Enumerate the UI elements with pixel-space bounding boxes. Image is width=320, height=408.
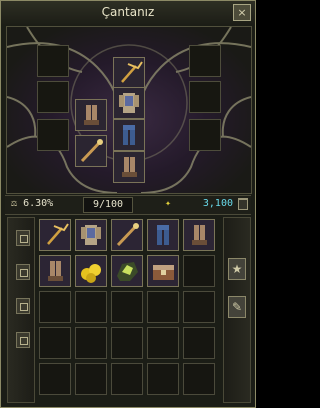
slot-ring-right[interactable] [189,119,221,151]
slot-boots-top[interactable] [189,81,221,113]
inventory-cell[interactable] [147,255,179,287]
chest-icon [153,265,174,280]
scale-icon: ⚖ [11,198,18,209]
bag-tab-column [7,217,35,403]
inventory-window: Çantanız × ⚖ 6.30% 9/100 ✦ 3,100 ★ ✎ [0,0,256,408]
inventory-cell[interactable] [111,255,143,287]
inventory-cell[interactable] [39,363,71,395]
inventory-cell[interactable] [111,363,143,395]
inventory-cell[interactable] [39,255,71,287]
inventory-cell[interactable] [75,291,107,323]
inventory-cell[interactable] [183,327,215,359]
inventory-cell[interactable] [39,219,71,251]
gold-amount: 3,100 [202,198,233,209]
inventory-cell[interactable] [39,327,71,359]
inventory-cell[interactable] [75,219,107,251]
inventory-cell[interactable] [147,291,179,323]
sort-button[interactable]: ✎ [228,296,246,318]
bag-tab-2[interactable] [16,264,30,280]
pants-icon [157,225,169,245]
ore-icon [117,262,138,281]
inventory-cell[interactable] [183,363,215,395]
inventory-cell[interactable] [111,291,143,323]
slot-gloves[interactable] [75,99,107,131]
boots-icon [48,261,63,281]
inventory-cell[interactable] [75,255,107,287]
inventory-cell[interactable] [75,327,107,359]
favorite-button[interactable]: ★ [228,258,246,280]
weight-percent: ⚖ 6.30% [11,198,54,209]
trash-icon[interactable] [238,198,248,210]
inventory-cell[interactable] [183,291,215,323]
pickaxe-icon [121,61,143,83]
bag-tab-3[interactable] [16,298,30,314]
staff-icon [116,223,139,247]
gold-icon [81,264,101,283]
inventory-cell[interactable] [183,255,215,287]
inventory-cell[interactable] [111,327,143,359]
item-count: 9/100 [83,197,133,213]
title-bar[interactable]: Çantanız × [1,1,255,25]
armor-icon [119,93,139,113]
gold-icon: ✦ [165,198,172,209]
boots-icon [192,225,207,245]
slot-weapon[interactable] [75,135,107,167]
slot-earring-left[interactable] [37,45,69,77]
slot-head[interactable] [113,57,145,89]
boots-icon [122,157,137,177]
inventory-cell[interactable] [39,291,71,323]
inventory-cell[interactable] [147,219,179,251]
slot-chest[interactable] [113,87,145,119]
slot-necklace[interactable] [37,81,69,113]
inventory-grid [39,219,221,405]
slot-belt[interactable] [113,119,145,151]
inventory-cell[interactable] [147,327,179,359]
inventory-cell[interactable] [75,363,107,395]
equipment-panel [6,26,252,194]
action-column: ★ ✎ [223,217,251,403]
pants-icon [123,125,135,145]
stats-bar: ⚖ 6.30% 9/100 ✦ 3,100 [5,195,251,215]
staff-icon [80,139,103,163]
inventory-cell[interactable] [111,219,143,251]
slot-legs[interactable] [113,151,145,183]
bag-tab-1[interactable] [16,230,30,246]
close-button[interactable]: × [233,4,251,21]
armor-icon [81,225,101,245]
inventory-cell[interactable] [147,363,179,395]
boots-icon [84,105,99,125]
pickaxe-icon [47,223,69,245]
bag-tab-4[interactable] [16,332,30,348]
slot-ring-left[interactable] [37,119,69,151]
slot-earring-right[interactable] [189,45,221,77]
window-title: Çantanız [101,5,155,19]
inventory-cell[interactable] [183,219,215,251]
